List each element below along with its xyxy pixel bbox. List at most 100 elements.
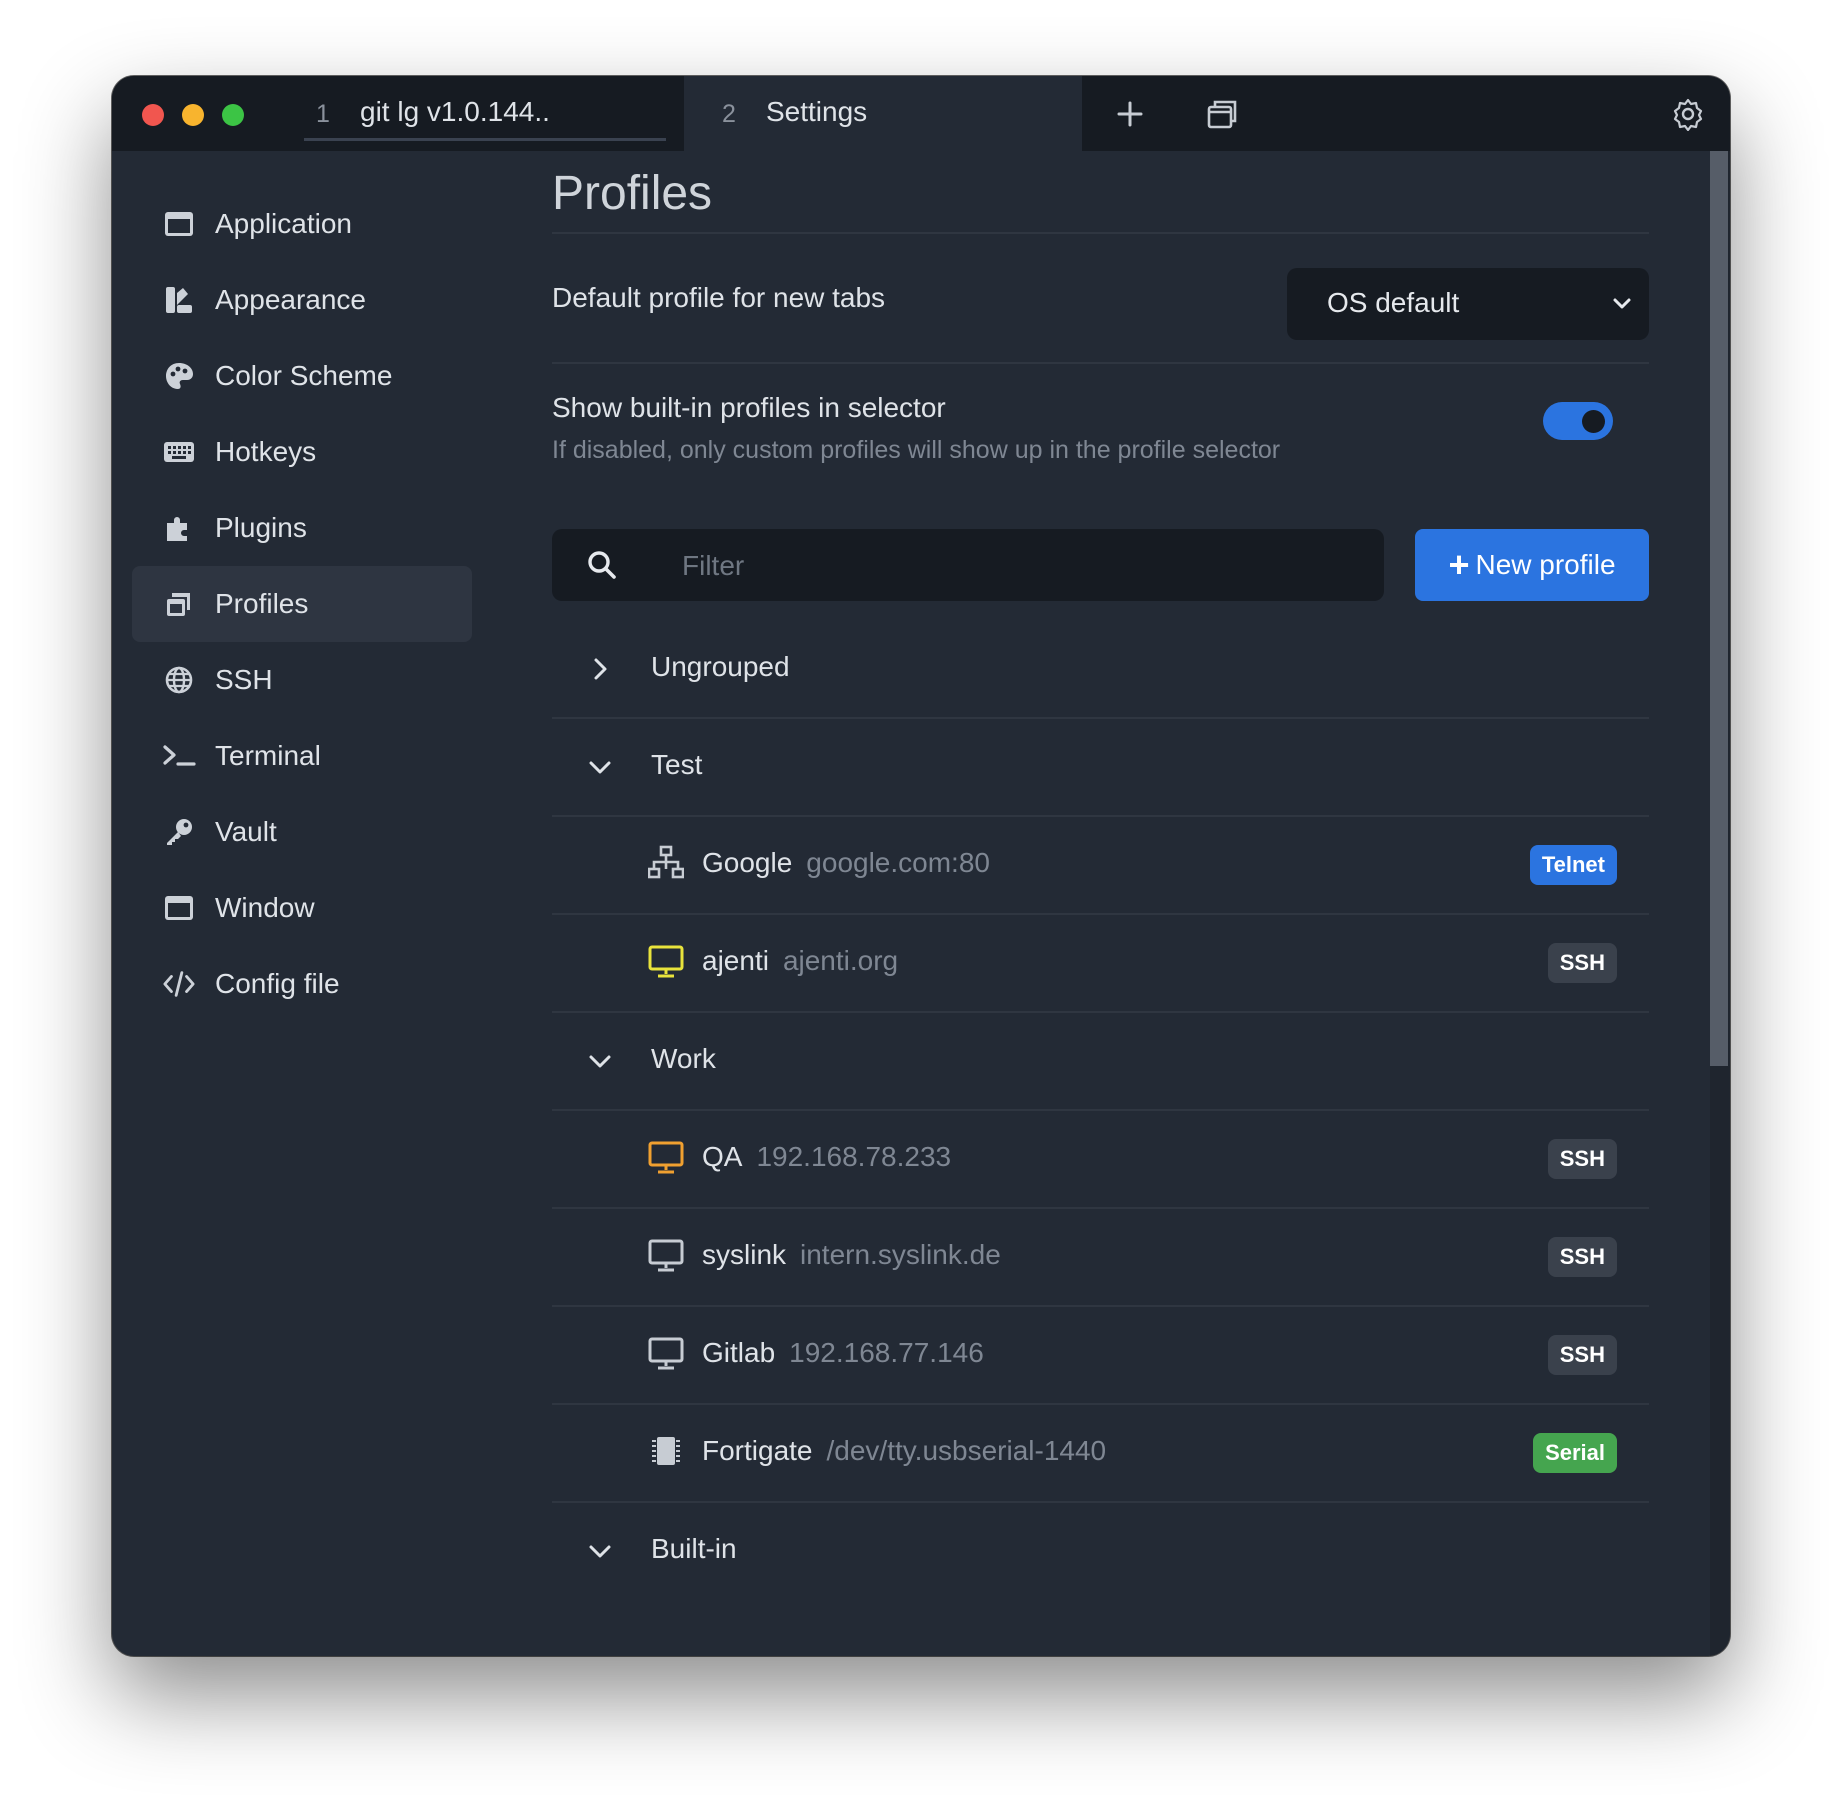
group-name: Work [651,1043,716,1074]
sidebar-item-profiles[interactable]: Profiles [132,566,472,642]
profiles-menu-button[interactable] [1200,94,1244,134]
scrollbar-thumb[interactable] [1710,151,1728,1066]
settings-button[interactable] [1666,94,1710,134]
builtin-profiles-toggle[interactable] [1543,402,1613,440]
sidebar-item-application[interactable]: Application [132,186,472,262]
profile-row-ajenti[interactable]: ajenti ajenti.org SSH [552,915,1649,1013]
new-profile-button[interactable]: + New profile [1415,529,1649,601]
plus-icon: + [1448,544,1470,585]
toggle-knob [1582,410,1605,433]
group-name: Test [651,749,703,780]
group-test[interactable]: Test [552,719,1649,817]
scrollbar[interactable] [1710,151,1730,1656]
tab-git-lg[interactable]: 1 git lg v1.0.144.. [304,76,666,151]
profile-row-qa[interactable]: QA 192.168.78.233 SSH [552,1111,1649,1209]
profile-host: intern.syslink.de [800,1239,1001,1270]
sidebar-item-vault[interactable]: Vault [132,794,472,870]
sidebar-item-label: Vault [215,816,277,847]
profile-title: Google [702,847,793,878]
sidebar-item-label: Terminal [215,740,321,771]
maximize-window-button[interactable] [222,104,244,126]
profile-row-fortigate[interactable]: Fortigate/dev/tty.usbserial-1440 Serial [552,1405,1649,1503]
sidebar-item-label: SSH [215,664,273,695]
sidebar-item-label: Plugins [215,512,307,543]
tab-number: 1 [316,100,330,128]
sidebar-item-hotkeys[interactable]: Hotkeys [132,414,472,490]
sidebar-item-config-file[interactable]: Config file [132,946,472,1022]
filter-input[interactable] [680,543,1364,589]
profile-row-google[interactable]: Google google.com:80 Telnet [552,817,1649,915]
window-stack-icon [1207,100,1237,129]
monitor-icon [648,945,684,978]
sidebar-item-window[interactable]: Window [132,870,472,946]
type-badge: Serial [1533,1433,1617,1473]
chevron-right-icon [594,658,607,680]
type-badge: SSH [1547,1139,1617,1179]
minimize-window-button[interactable] [182,104,204,126]
profiles-icon [162,587,196,621]
new-profile-label: New profile [1475,549,1616,580]
type-badge: SSH [1547,1237,1617,1277]
sidebar-item-label: Config file [215,968,340,999]
sidebar-item-label: Application [215,208,352,239]
sidebar-item-label: Appearance [215,284,367,315]
type-badge: Telnet [1529,845,1617,885]
profile-host: google.com:80 [806,847,990,878]
group-name: Ungrouped [651,651,790,682]
tab-title: git lg v1.0.144.. [360,96,550,127]
type-badge: SSH [1547,1335,1617,1375]
app-window: 1 git lg v1.0.144.. 2 Settings Applicati… [112,76,1730,1656]
default-profile-row: Default profile for new tabs OS default [552,234,1649,362]
group-work[interactable]: Work [552,1013,1649,1111]
globe-icon [162,663,196,697]
sidebar-item-appearance[interactable]: Appearance [132,262,472,338]
tab-number: 2 [722,100,736,128]
gear-icon [1673,98,1703,131]
default-profile-label: Default profile for new tabs [552,282,886,313]
network-icon [648,845,684,879]
filter-row: + New profile [552,529,1649,601]
profile-row-syslink[interactable]: syslink intern.syslink.de SSH [552,1209,1649,1307]
title-bar: 1 git lg v1.0.144.. 2 Settings [112,76,1730,151]
group-ungrouped[interactable]: Ungrouped [552,621,1649,719]
profile-name: Google google.com:80 [702,847,990,879]
plus-icon [1117,101,1143,127]
search-icon [588,551,616,579]
profile-name: QA 192.168.78.233 [702,1141,951,1173]
tab-title: Settings [766,96,868,127]
profile-name: syslink intern.syslink.de [702,1239,1001,1271]
group-built-in[interactable]: Built-in [552,1503,1649,1599]
monitor-icon [648,1337,684,1370]
profile-row-gitlab[interactable]: Gitlab 192.168.77.146 SSH [552,1307,1649,1405]
monitor-icon [648,1141,684,1174]
monitor-icon [648,1239,684,1272]
terminal-icon [162,739,196,773]
profile-title: Gitlab [702,1337,776,1368]
palette-icon [162,359,196,393]
profile-title: QA [702,1141,743,1172]
sidebar-item-ssh[interactable]: SSH [132,642,472,718]
profile-name: Fortigate/dev/tty.usbserial-1440 [702,1435,1106,1467]
profile-host: 192.168.78.233 [756,1141,952,1172]
paint-brush-icon [162,283,196,317]
new-tab-button[interactable] [1108,94,1152,134]
tab-settings[interactable]: 2 Settings [684,76,1082,151]
sidebar-item-label: Hotkeys [215,436,317,467]
profile-title: ajenti [702,945,769,976]
sidebar-item-plugins[interactable]: Plugins [132,490,472,566]
keyboard-icon [162,435,196,469]
default-profile-value: OS default [1327,287,1460,318]
tab-underline [304,138,666,141]
default-profile-select[interactable]: OS default [1287,268,1649,340]
chevron-down-icon [589,1545,611,1558]
window-icon [162,207,196,241]
profile-list: Ungrouped Test Google google.com:80 Telne… [552,621,1649,1599]
sidebar-item-terminal[interactable]: Terminal [132,718,472,794]
page-title: Profiles [552,167,713,220]
builtin-profiles-row: Show built-in profiles in selector If di… [552,364,1649,529]
close-window-button[interactable] [142,104,164,126]
builtin-profiles-description: If disabled, only custom profiles will s… [552,436,1281,464]
sidebar-item-color-scheme[interactable]: Color Scheme [132,338,472,414]
profile-title: Fortigate [702,1435,813,1466]
sidebar-item-label: Color Scheme [215,360,393,391]
